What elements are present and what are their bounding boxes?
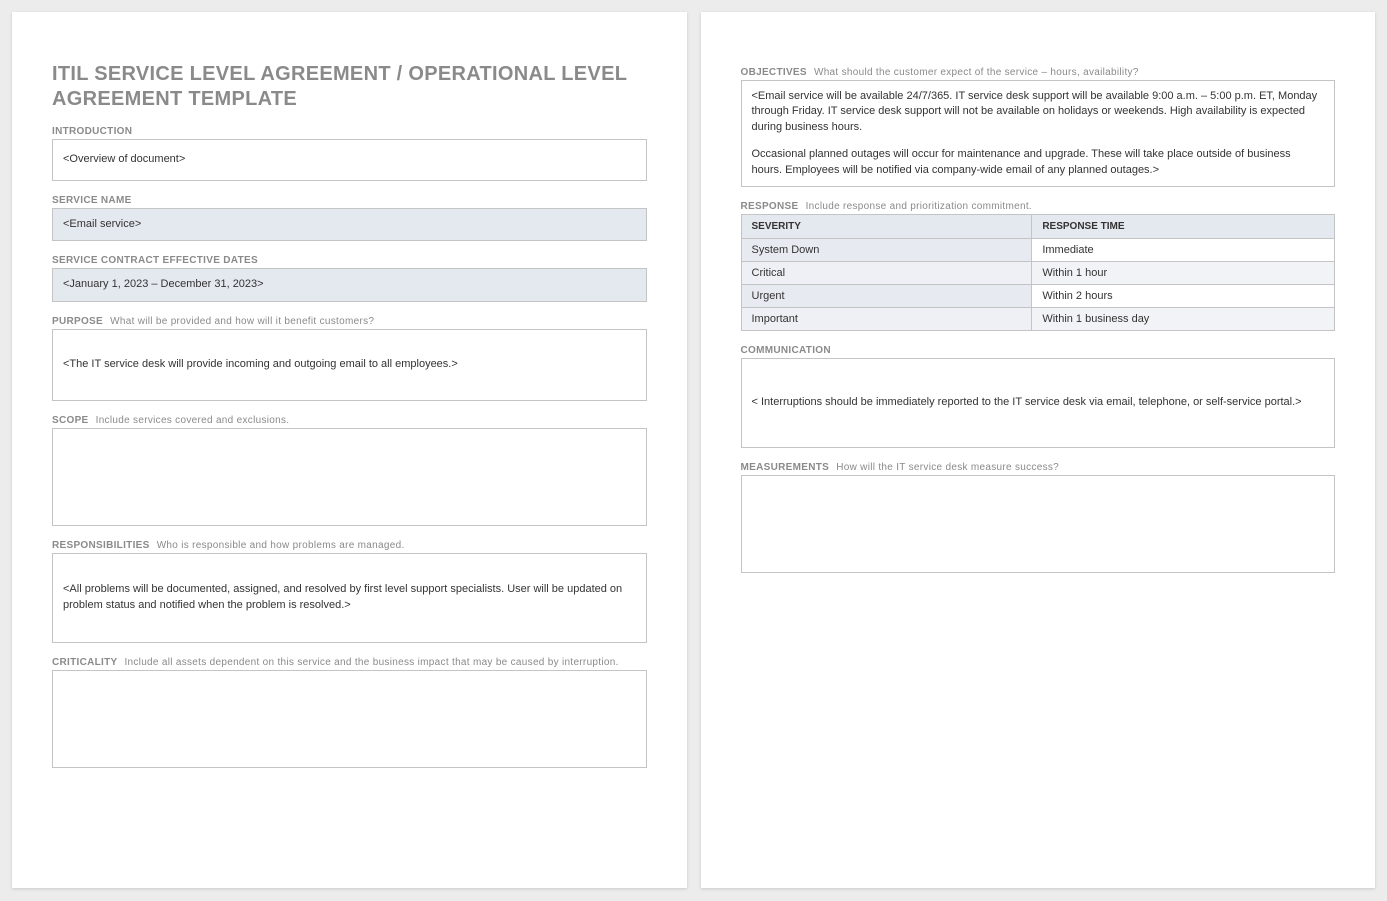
communication-value: < Interruptions should be immediately re…	[752, 395, 1302, 410]
document-title: ITIL SERVICE LEVEL AGREEMENT / OPERATION…	[52, 62, 647, 112]
severity-cell: Urgent	[741, 284, 1032, 307]
responsibilities-hint: Who is responsible and how problems are …	[157, 540, 405, 551]
response-time-header: RESPONSE TIME	[1032, 214, 1335, 238]
page-right: OBJECTIVES What should the customer expe…	[701, 12, 1376, 888]
objectives-label: OBJECTIVES What should the customer expe…	[741, 67, 1336, 78]
responsibilities-box[interactable]: <All problems will be documented, assign…	[52, 553, 647, 643]
effective-dates-value: <January 1, 2023 – December 31, 2023>	[63, 277, 264, 292]
introduction-label: INTRODUCTION	[52, 126, 647, 137]
communication-box[interactable]: < Interruptions should be immediately re…	[741, 358, 1336, 448]
communication-label: COMMUNICATION	[741, 345, 1336, 356]
criticality-label-text: CRITICALITY	[52, 657, 117, 668]
response-label-text: RESPONSE	[741, 201, 799, 212]
introduction-box[interactable]: <Overview of document>	[52, 139, 647, 181]
criticality-label: CRITICALITY Include all assets dependent…	[52, 657, 647, 668]
criticality-box[interactable]	[52, 670, 647, 768]
severity-cell: Important	[741, 307, 1032, 330]
page-left: ITIL SERVICE LEVEL AGREEMENT / OPERATION…	[12, 12, 687, 888]
scope-box[interactable]	[52, 428, 647, 526]
measurements-label: MEASUREMENTS How will the IT service des…	[741, 462, 1336, 473]
scope-label: SCOPE Include services covered and exclu…	[52, 415, 647, 426]
service-name-label: SERVICE NAME	[52, 195, 647, 206]
purpose-hint: What will be provided and how will it be…	[110, 316, 374, 327]
objectives-box[interactable]: <Email service will be available 24/7/36…	[741, 80, 1336, 187]
objectives-hint: What should the customer expect of the s…	[814, 67, 1139, 78]
purpose-value: <The IT service desk will provide incomi…	[63, 357, 458, 372]
time-cell: Within 2 hours	[1032, 284, 1335, 307]
scope-label-text: SCOPE	[52, 415, 89, 426]
service-name-value: <Email service>	[63, 217, 141, 232]
severity-cell: System Down	[741, 238, 1032, 261]
criticality-hint: Include all assets dependent on this ser…	[124, 657, 618, 668]
purpose-label: PURPOSE What will be provided and how wi…	[52, 316, 647, 327]
scope-hint: Include services covered and exclusions.	[96, 415, 290, 426]
responsibilities-value: <All problems will be documented, assign…	[63, 582, 636, 613]
response-hint: Include response and prioritization comm…	[806, 201, 1032, 212]
effective-dates-box[interactable]: <January 1, 2023 – December 31, 2023>	[52, 268, 647, 301]
measurements-hint: How will the IT service desk measure suc…	[836, 462, 1059, 473]
service-name-box[interactable]: <Email service>	[52, 208, 647, 241]
measurements-label-text: MEASUREMENTS	[741, 462, 830, 473]
objectives-para1: <Email service will be available 24/7/36…	[752, 89, 1325, 135]
time-cell: Within 1 business day	[1032, 307, 1335, 330]
objectives-para2: Occasional planned outages will occur fo…	[752, 147, 1325, 178]
severity-cell: Critical	[741, 261, 1032, 284]
time-cell: Within 1 hour	[1032, 261, 1335, 284]
table-row: Critical Within 1 hour	[741, 261, 1335, 284]
effective-dates-label: SERVICE CONTRACT EFFECTIVE DATES	[52, 255, 647, 266]
responsibilities-label: RESPONSIBILITIES Who is responsible and …	[52, 540, 647, 551]
time-cell: Immediate	[1032, 238, 1335, 261]
responsibilities-label-text: RESPONSIBILITIES	[52, 540, 150, 551]
introduction-value: <Overview of document>	[63, 152, 185, 167]
table-row: System Down Immediate	[741, 238, 1335, 261]
response-label: RESPONSE Include response and prioritiza…	[741, 201, 1336, 212]
objectives-label-text: OBJECTIVES	[741, 67, 807, 78]
response-table: SEVERITY RESPONSE TIME System Down Immed…	[741, 214, 1336, 331]
measurements-box[interactable]	[741, 475, 1336, 573]
severity-header: SEVERITY	[741, 214, 1032, 238]
purpose-label-text: PURPOSE	[52, 316, 103, 327]
table-row: Important Within 1 business day	[741, 307, 1335, 330]
purpose-box[interactable]: <The IT service desk will provide incomi…	[52, 329, 647, 401]
table-row: Urgent Within 2 hours	[741, 284, 1335, 307]
